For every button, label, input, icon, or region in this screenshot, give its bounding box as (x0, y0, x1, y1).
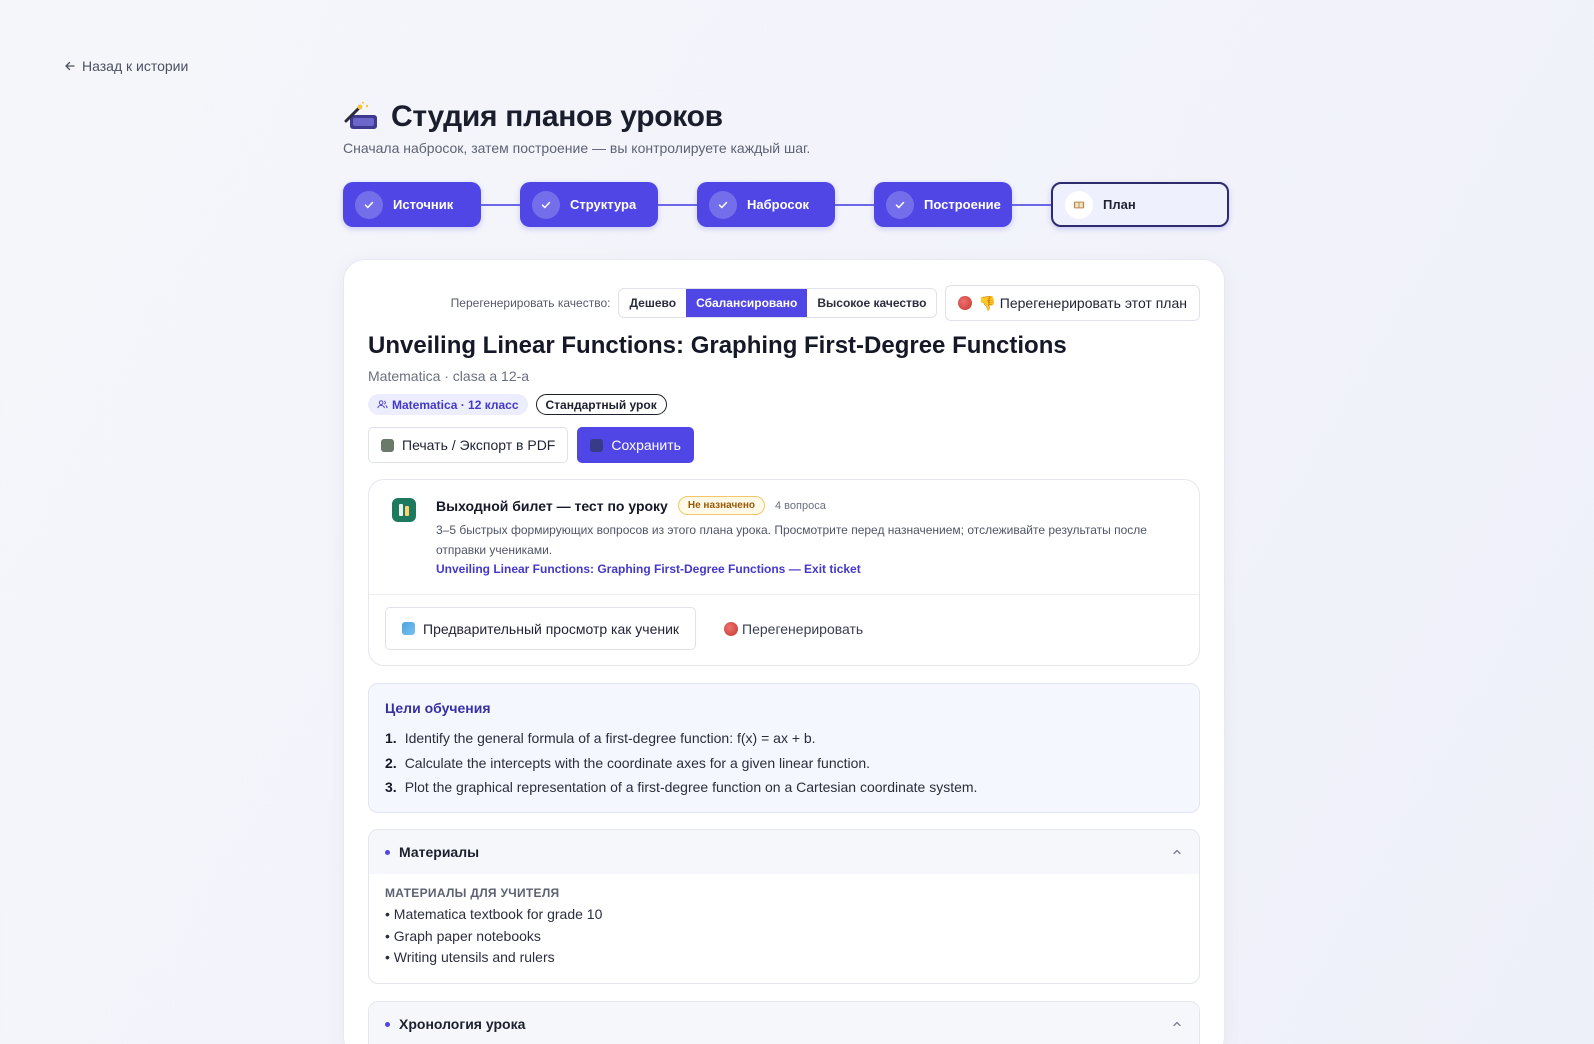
step-build[interactable]: Построение (874, 182, 1012, 227)
regenerate-quiz-label: Перегенерировать (742, 620, 864, 637)
step-draft[interactable]: Набросок (697, 182, 835, 227)
goal-number: 2. (385, 754, 397, 771)
regen-quality-label: Перегенерировать качество: (450, 296, 611, 310)
materials-toggle[interactable]: Материалы (369, 830, 1199, 874)
book-icon (1065, 190, 1093, 219)
list-item: • Graph paper notebooks (385, 927, 541, 944)
regenerate-quiz-button[interactable]: Перегенерировать (716, 611, 871, 647)
question-count: 4 вопроса (774, 499, 826, 512)
plan-tags: Matematica · 12 класс Стандартный урок (368, 394, 667, 415)
list-item: • Matematica textbook for grade 10 (385, 906, 603, 922)
materials-section: Материалы МАТЕРИАЛЫ ДЛЯ УЧИТЕЛЯ • Matema… (368, 829, 1200, 985)
exit-ticket-link[interactable]: Unveiling Linear Functions: Graphing Fir… (436, 562, 861, 576)
step-structure[interactable]: Структура (520, 182, 658, 227)
check-icon (709, 190, 737, 219)
materials-label: Материалы (399, 844, 480, 860)
list-item: 3. Plot the graphical representation of a… (385, 775, 1183, 800)
quality-option-balanced[interactable]: Сбалансировано (686, 289, 808, 317)
back-link-label: Назад к истории (82, 58, 189, 74)
goal-text: Identify the general formula of a first-… (404, 730, 816, 746)
exit-ticket-title: Выходной билет — тест по уроку (436, 497, 668, 514)
back-to-history-link[interactable]: Назад к истории (64, 58, 188, 74)
regen-quality-bar: Перегенерировать качество: Дешево Сбалан… (451, 285, 1200, 321)
print-export-label: Печать / Экспорт в PDF (402, 437, 556, 453)
learning-goals: Цели обучения 1. Identify the general for… (368, 683, 1200, 813)
check-box-icon (590, 438, 604, 452)
subject-tag: Matematica · 12 класс (368, 394, 528, 415)
timeline-toggle[interactable]: Хронология урока (369, 1002, 1199, 1044)
status-badge: Не назначено (677, 496, 765, 515)
preview-icon (402, 622, 415, 635)
title-row: Студия планов уроков (343, 100, 810, 134)
quality-option-high[interactable]: Высокое качество (807, 289, 936, 317)
step-connector (658, 203, 697, 206)
users-icon (377, 400, 388, 409)
step-label: Набросок (747, 197, 810, 212)
list-item: 1. Identify the general formula of a firs… (385, 726, 1183, 751)
goal-number: 3. (385, 779, 397, 795)
plan-card: Перегенерировать качество: Дешево Сбалан… (343, 259, 1225, 1044)
chevron-up-icon (1173, 1021, 1181, 1027)
check-icon (355, 190, 383, 219)
plan-title: Unveiling Linear Functions: Graphing Fir… (368, 332, 1067, 359)
timeline-label: Хронология урока (399, 1016, 526, 1032)
step-label: Построение (924, 197, 1001, 212)
bullet-dot (385, 849, 390, 855)
save-button[interactable]: Сохранить (577, 427, 694, 463)
preview-label: Предварительный просмотр как ученик (423, 620, 680, 637)
quality-selector: Дешево Сбалансировано Высокое качество (618, 288, 938, 318)
step-label: План (1103, 197, 1136, 212)
timeline-section: Хронология урока (368, 1001, 1200, 1044)
regenerate-plan-label: 👎 Перегенерировать этот план (978, 294, 1187, 311)
list-item: 2. Calculate the intercepts with the coor… (385, 751, 1183, 776)
divider (369, 594, 1199, 595)
progress-stepper: Источник Структура Набросок Построение П… (343, 182, 1229, 227)
materials-body: МАТЕРИАЛЫ ДЛЯ УЧИТЕЛЯ • Matematica textb… (369, 874, 1199, 983)
goals-list: 1. Identify the general formula of a firs… (385, 726, 1183, 800)
printer-icon (381, 438, 394, 452)
list-item: • Writing utensils and rulers (385, 949, 555, 966)
exit-ticket-actions: Предварительный просмотр как ученик Пере… (385, 607, 871, 650)
goal-text: Calculate the intercepts with the coordi… (404, 754, 871, 771)
goals-heading: Цели обучения (385, 700, 491, 716)
step-plan[interactable]: План (1051, 182, 1229, 227)
step-connector (835, 203, 874, 206)
materials-heading: МАТЕРИАЛЫ ДЛЯ УЧИТЕЛЯ (385, 886, 560, 900)
step-connector (481, 203, 520, 206)
exit-ticket-card: Выходной билет — тест по уроку Не назнач… (368, 479, 1200, 666)
quiz-icon (392, 498, 416, 522)
check-icon (886, 190, 914, 219)
regenerate-plan-button[interactable]: 👎 Перегенерировать этот план (945, 285, 1200, 321)
refresh-icon (724, 621, 739, 636)
goal-text: Plot the graphical representation of a f… (404, 779, 978, 795)
bullet-dot (385, 1021, 390, 1027)
lesson-type-tag: Стандартный урок (535, 394, 667, 415)
check-icon (532, 190, 560, 219)
page-title: Студия планов уроков (391, 100, 723, 133)
step-connector (1012, 203, 1051, 206)
refresh-icon (958, 296, 973, 310)
preview-as-student-button[interactable]: Предварительный просмотр как ученик (385, 607, 697, 650)
page-subtitle: Сначала набросок, затем построение — вы … (343, 140, 811, 156)
step-label: Структура (570, 197, 637, 212)
step-source[interactable]: Источник (343, 182, 481, 227)
chevron-up-icon (1173, 849, 1181, 855)
exit-ticket-description: 3–5 быстрых формирующих вопросов из этог… (436, 523, 1147, 557)
subject-tag-label: Matematica · 12 класс (392, 397, 519, 412)
plan-actions: Печать / Экспорт в PDF Сохранить (368, 427, 694, 463)
page-header: Студия планов уроков Сначала набросок, з… (343, 100, 810, 156)
exit-ticket-header: Выходной билет — тест по уроку Не назнач… (436, 496, 826, 515)
save-label: Сохранить (611, 437, 681, 453)
magic-wand-icon (344, 101, 377, 129)
quality-option-cheap[interactable]: Дешево (619, 289, 686, 317)
arrow-left-icon (65, 61, 75, 71)
plan-subtitle: Matematica · clasa a 12-a (368, 368, 530, 384)
goal-number: 1. (385, 730, 397, 746)
print-export-button[interactable]: Печать / Экспорт в PDF (368, 427, 569, 463)
step-label: Источник (393, 197, 454, 212)
